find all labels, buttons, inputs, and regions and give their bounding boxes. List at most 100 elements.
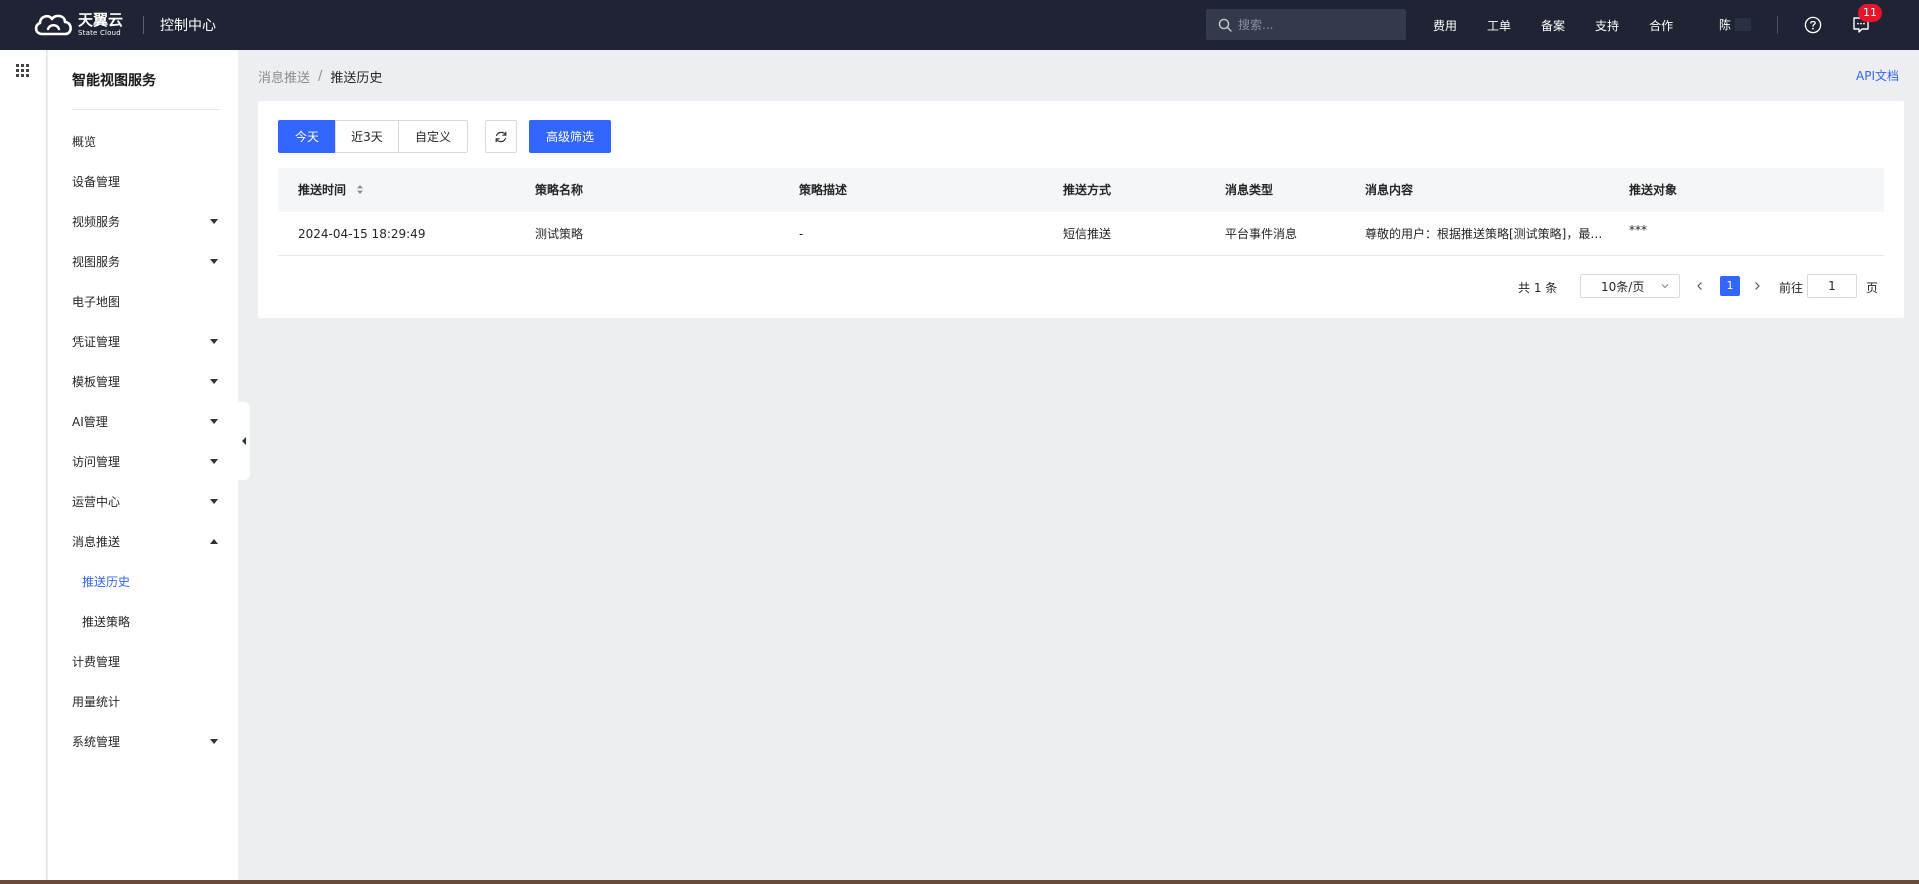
total-count: 共 1 条 — [1518, 281, 1558, 295]
column-message-content: 消息内容 — [1365, 183, 1414, 197]
page-size-select[interactable]: 10条/页 — [1580, 274, 1680, 298]
sidebar-title: 智能视图服务 — [72, 73, 156, 89]
sidebar-item-message-push[interactable]: 消息推送 — [72, 531, 222, 551]
sidebar-item-label: AI管理 — [72, 414, 108, 429]
sidebar-item-label: 模板管理 — [72, 374, 121, 389]
console-title[interactable]: 控制中心 — [160, 15, 216, 35]
page-size-value: 10条/页 — [1601, 279, 1645, 294]
sidebar-divider — [72, 109, 220, 110]
sidebar-item-push-history[interactable]: 推送历史 — [82, 571, 222, 591]
sidebar-item-label: 视图服务 — [72, 254, 121, 269]
range-custom-button[interactable]: 自定义 — [398, 120, 468, 153]
sidebar-item-system[interactable]: 系统管理 — [72, 731, 222, 751]
sidebar-item-label: 消息推送 — [72, 534, 121, 549]
sidebar-item-label: 访问管理 — [72, 454, 121, 469]
help-icon[interactable] — [1804, 16, 1822, 34]
nav-partner[interactable]: 合作 — [1649, 17, 1673, 34]
breadcrumb: 消息推送 / 推送历史 — [258, 67, 382, 86]
sidebar-item-label: 用量统计 — [72, 694, 121, 709]
sort-icon[interactable] — [356, 184, 364, 195]
sidebar-item-usage[interactable]: 用量统计 — [72, 691, 222, 711]
sidebar-item-push-policy[interactable]: 推送策略 — [82, 611, 222, 631]
column-push-time[interactable]: 推送时间 — [298, 168, 364, 212]
sidebar-item-templates[interactable]: 模板管理 — [72, 371, 222, 391]
goto-page-input[interactable] — [1807, 274, 1857, 298]
refresh-icon — [495, 131, 507, 142]
range-today-button[interactable]: 今天 — [278, 120, 336, 153]
logo[interactable]: 天翼云 State Cloud — [32, 0, 123, 50]
header-divider — [143, 16, 145, 34]
range-3days-button[interactable]: 近3天 — [335, 120, 399, 153]
breadcrumb-current: 推送历史 — [330, 71, 383, 86]
caret-down-icon — [210, 418, 218, 424]
sidebar-item-devices[interactable]: 设备管理 — [72, 171, 222, 191]
user-name: 陈 — [1719, 18, 1732, 32]
sidebar-item-video-service[interactable]: 视频服务 — [72, 211, 222, 231]
bottom-edge — [0, 880, 1919, 884]
next-page-icon[interactable] — [1750, 279, 1764, 293]
nav-fees[interactable]: 费用 — [1433, 17, 1457, 34]
caret-down-icon — [210, 458, 218, 464]
sidebar-item-view-service[interactable]: 视图服务 — [72, 251, 222, 271]
push-history-table: 推送时间 策略名称 策略描述 推送方式 消息类型 消息内容 推送对象 2024-… — [278, 168, 1884, 256]
sidebar-item-label: 设备管理 — [72, 174, 121, 189]
api-doc-link[interactable]: API文档 — [1856, 67, 1899, 84]
caret-down-icon — [210, 738, 218, 744]
sidebar: 智能视图服务 概览 设备管理 视频服务 视图服务 电子地图 凭证管理 模板管理 … — [48, 50, 238, 884]
breadcrumb-separator: / — [318, 69, 323, 84]
pagination: 共 1 条 10条/页 1 前往 页 — [258, 274, 1904, 298]
nav-support[interactable]: 支持 — [1595, 17, 1619, 34]
sidebar-item-label: 运营中心 — [72, 494, 121, 509]
collapse-left-icon — [242, 437, 246, 445]
global-search[interactable] — [1206, 9, 1406, 40]
sidebar-item-label: 凭证管理 — [72, 334, 121, 349]
caret-up-icon — [210, 538, 218, 544]
advanced-filter-button[interactable]: 高级筛选 — [529, 120, 611, 153]
caret-down-icon — [210, 338, 218, 344]
column-policy-name: 策略名称 — [535, 183, 584, 197]
logo-en: State Cloud — [78, 29, 121, 37]
cell-push-method: 短信推送 — [1063, 227, 1112, 241]
column-label: 推送时间 — [298, 183, 347, 197]
cell-policy-name: 测试策略 — [535, 227, 584, 241]
top-bar: 天翼云 State Cloud 控制中心 费用 工单 备案 支持 合作 陈 11 — [0, 0, 1919, 50]
search-icon — [1218, 18, 1232, 32]
sidebar-item-billing[interactable]: 计费管理 — [72, 651, 222, 671]
nav-tickets[interactable]: 工单 — [1487, 17, 1511, 34]
cloud-logo-icon — [34, 14, 72, 36]
cell-push-time: 2024-04-15 18:29:49 — [298, 227, 426, 241]
sidebar-item-access[interactable]: 访问管理 — [72, 451, 222, 471]
column-policy-desc: 策略描述 — [799, 183, 848, 197]
nav-filing[interactable]: 备案 — [1541, 17, 1565, 34]
cell-message-type: 平台事件消息 — [1225, 227, 1298, 241]
sidebar-item-label: 视频服务 — [72, 214, 121, 229]
chevron-down-icon — [1661, 284, 1669, 289]
breadcrumb-parent[interactable]: 消息推送 — [258, 67, 310, 86]
caret-down-icon — [210, 258, 218, 264]
cell-message-content: 尊敬的用户：根据推送策略[测试策略]，最… — [1365, 227, 1603, 241]
sidebar-item-ai[interactable]: AI管理 — [72, 411, 222, 431]
goto-label: 前往 — [1779, 281, 1804, 295]
top-nav: 费用 工单 备案 支持 合作 — [1433, 0, 1703, 50]
sidebar-item-overview[interactable]: 概览 — [72, 131, 222, 151]
table-row[interactable]: 2024-04-15 18:29:49 测试策略 - 短信推送 平台事件消息 尊… — [278, 212, 1884, 256]
prev-page-icon[interactable] — [1693, 279, 1707, 293]
logo-cn: 天翼云 — [78, 11, 124, 29]
date-range-toggle: 今天 近3天 自定义 — [278, 120, 468, 153]
apps-grid-icon[interactable] — [16, 64, 29, 77]
column-push-method: 推送方式 — [1063, 183, 1112, 197]
sidebar-item-label: 计费管理 — [72, 654, 121, 669]
user-menu[interactable]: 陈 — [1719, 16, 1752, 33]
column-message-type: 消息类型 — [1225, 183, 1274, 197]
refresh-button[interactable] — [485, 120, 517, 153]
sidebar-item-credentials[interactable]: 凭证管理 — [72, 331, 222, 351]
page-unit-label: 页 — [1866, 281, 1879, 295]
column-push-target: 推送对象 — [1629, 183, 1678, 197]
search-input[interactable] — [1238, 17, 1398, 32]
sidebar-item-operations[interactable]: 运营中心 — [72, 491, 222, 511]
sidebar-collapse-toggle[interactable] — [238, 402, 250, 480]
header-divider-right — [1777, 16, 1778, 34]
sidebar-item-map[interactable]: 电子地图 — [72, 291, 222, 311]
page-number-button[interactable]: 1 — [1720, 276, 1740, 296]
notification-badge: 11 — [1858, 4, 1882, 22]
